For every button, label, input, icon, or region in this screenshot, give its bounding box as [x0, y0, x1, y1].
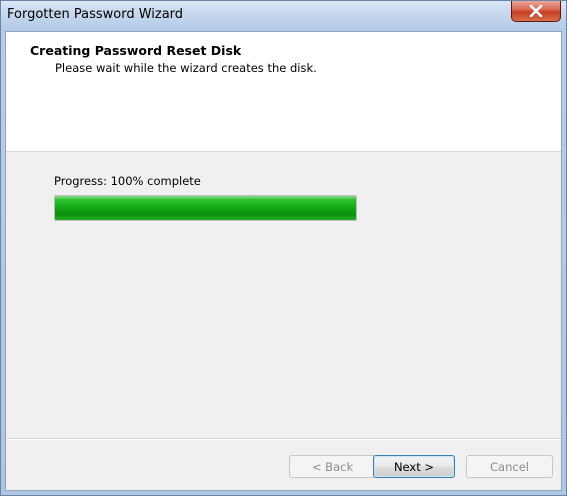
title-bar: Forgotten Password Wizard: [1, 1, 566, 31]
wizard-content: Creating Password Reset Disk Please wait…: [5, 31, 562, 491]
footer-divider: [6, 438, 561, 440]
window-title: Forgotten Password Wizard: [7, 7, 184, 22]
progress-bar: [54, 195, 357, 221]
cancel-button[interactable]: Cancel: [466, 455, 553, 478]
wizard-window: Forgotten Password Wizard Creating Passw…: [0, 0, 567, 496]
wizard-header: Creating Password Reset Disk Please wait…: [6, 32, 561, 152]
page-title: Creating Password Reset Disk: [30, 43, 242, 58]
close-button[interactable]: [511, 1, 561, 22]
next-button[interactable]: Next >: [373, 455, 455, 478]
back-button[interactable]: < Back: [289, 455, 376, 478]
progress-bar-fill: [55, 196, 356, 220]
page-subtitle: Please wait while the wizard creates the…: [55, 61, 317, 75]
progress-label: Progress: 100% complete: [54, 174, 201, 188]
close-icon: [529, 5, 543, 17]
